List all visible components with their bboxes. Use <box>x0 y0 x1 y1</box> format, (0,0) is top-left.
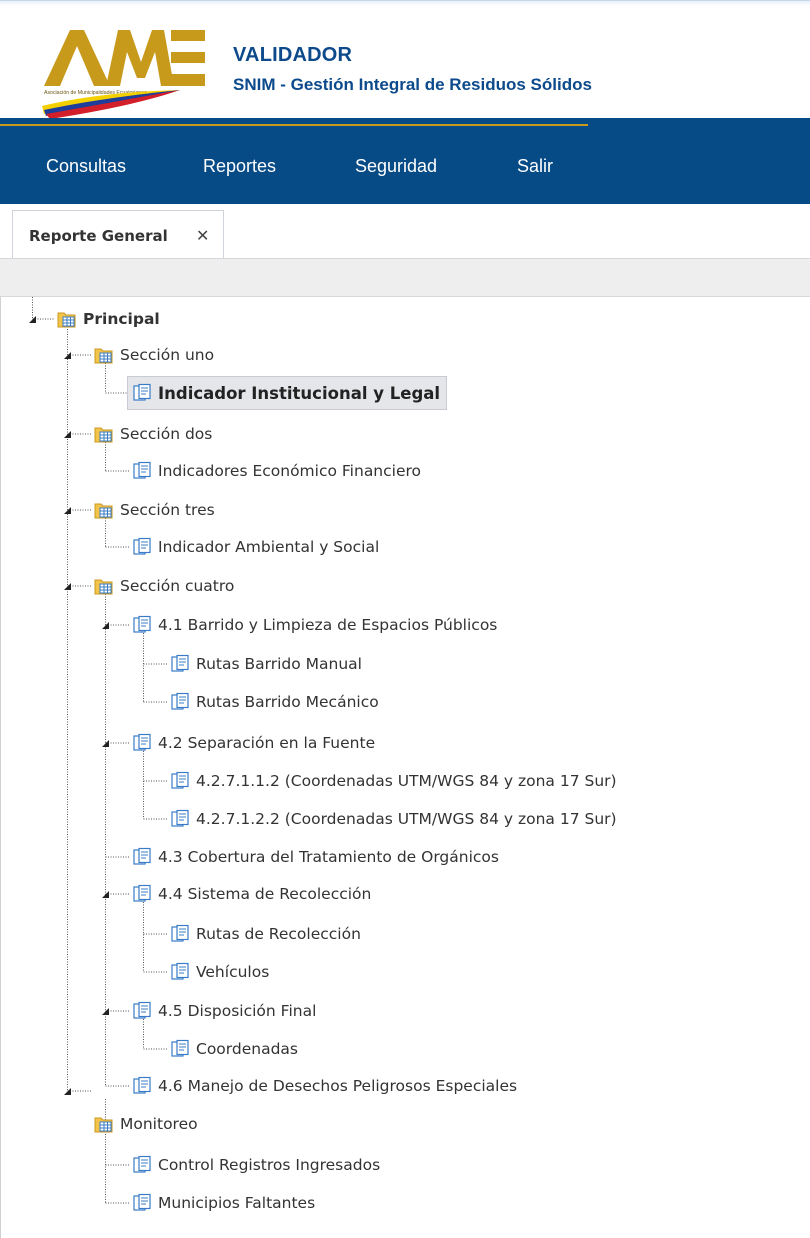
tree-node-indicador-ambiental[interactable]: Indicador Ambiental y Social <box>132 532 379 562</box>
tree-node-principal[interactable]: Principal <box>57 304 160 334</box>
tree-node-4-4-recoleccion[interactable]: 4.4 Sistema de Recolección <box>132 879 371 909</box>
tree-node-4-2-7-1-1-2[interactable]: 4.2.7.1.1.2 (Coordenadas UTM/WGS 84 y zo… <box>170 766 617 796</box>
tree-node-seccion-dos[interactable]: Sección dos <box>94 419 212 449</box>
tree-node-monitoreo[interactable]: Monitoreo <box>94 1109 198 1139</box>
folder-icon <box>94 345 114 365</box>
document-icon <box>132 884 152 904</box>
tree-node-label: Rutas Barrido Manual <box>196 655 362 673</box>
tree-node-label: 4.5 Disposición Final <box>158 1002 317 1020</box>
tree-node-label: Sección dos <box>120 425 213 443</box>
tree-node-label: Sección cuatro <box>120 577 235 595</box>
tree-node-label: Rutas de Recolección <box>196 925 361 943</box>
folder-icon <box>94 576 114 596</box>
tab-strip: Reporte General ✕ <box>0 204 810 259</box>
tree-node-4-3-cobertura[interactable]: 4.3 Cobertura del Tratamiento de Orgánic… <box>132 842 499 872</box>
tree-node-label: 4.4 Sistema de Recolección <box>158 885 372 903</box>
ame-logo: Asociación de Municipalidades Ecuatorian… <box>42 30 205 119</box>
tree-node-label: Vehículos <box>196 963 270 981</box>
tree-node-indicadores-economico[interactable]: Indicadores Económico Financiero <box>132 456 421 486</box>
tree-node-4-5-disposicion[interactable]: 4.5 Disposición Final <box>132 996 316 1026</box>
tree-node-label: Rutas Barrido Mecánico <box>196 693 379 711</box>
document-icon <box>132 733 152 753</box>
tree-node-seccion-uno[interactable]: Sección uno <box>94 340 214 370</box>
tree-node-vehiculos[interactable]: Vehículos <box>170 957 269 987</box>
tree-node-4-2-7-1-2-2[interactable]: 4.2.7.1.2.2 (Coordenadas UTM/WGS 84 y zo… <box>170 804 617 834</box>
tree-node-label: 4.3 Cobertura del Tratamiento de Orgánic… <box>158 848 499 866</box>
tab-reporte-general[interactable]: Reporte General ✕ <box>12 210 224 258</box>
tree-node-label: Indicador Institucional y Legal <box>158 383 441 403</box>
tree-node-label: Monitoreo <box>120 1115 198 1133</box>
document-icon <box>170 654 190 674</box>
tree-node-rutas-barrido-manual[interactable]: Rutas Barrido Manual <box>170 649 362 679</box>
toolbar <box>0 259 810 297</box>
tree-node-label: 4.1 Barrido y Limpieza de Espacios Públi… <box>158 616 498 634</box>
folder-icon <box>94 1114 114 1134</box>
tree-node-label: 4.2.7.1.2.2 (Coordenadas UTM/WGS 84 y zo… <box>196 810 617 828</box>
document-icon <box>132 847 152 867</box>
nav-salir[interactable]: Salir <box>517 156 553 177</box>
document-icon <box>132 383 152 403</box>
folder-icon <box>94 424 114 444</box>
document-icon <box>170 692 190 712</box>
document-icon <box>170 962 190 982</box>
tree-node-municipios-faltantes[interactable]: Municipios Faltantes <box>132 1188 315 1218</box>
nav-reportes[interactable]: Reportes <box>203 156 276 177</box>
close-icon[interactable]: ✕ <box>196 226 209 245</box>
nav-accent-line <box>0 124 588 126</box>
tab-label: Reporte General <box>29 227 168 245</box>
document-icon <box>132 1001 152 1021</box>
tree-node-indicador-institucional[interactable]: Indicador Institucional y Legal <box>127 376 448 410</box>
document-icon <box>132 615 152 635</box>
tree-node-label: Municipios Faltantes <box>158 1194 316 1212</box>
app-subtitle: SNIM - Gestión Integral de Residuos Sóli… <box>233 75 592 94</box>
tree-node-control-registros[interactable]: Control Registros Ingresados <box>132 1150 380 1180</box>
tree-node-seccion-tres[interactable]: Sección tres <box>94 495 215 525</box>
folder-icon <box>94 500 114 520</box>
report-tree-panel: Principal Sección uno Indicador Instituc… <box>0 297 810 1238</box>
document-icon <box>170 809 190 829</box>
document-icon <box>170 1039 190 1059</box>
folder-icon <box>57 309 77 329</box>
tree-node-label: Sección uno <box>120 346 215 364</box>
document-icon <box>132 1155 152 1175</box>
nav-seguridad[interactable]: Seguridad <box>355 156 437 177</box>
nav-consultas[interactable]: Consultas <box>46 156 126 177</box>
tree-node-coordenadas[interactable]: Coordenadas <box>170 1034 298 1064</box>
report-tree: Principal Sección uno Indicador Instituc… <box>1 297 810 1238</box>
tree-node-label: Indicador Ambiental y Social <box>158 538 380 556</box>
tree-node-label: Principal <box>83 310 160 328</box>
tree-node-label: Control Registros Ingresados <box>158 1156 381 1174</box>
document-icon <box>132 461 152 481</box>
document-icon <box>170 924 190 944</box>
tree-node-rutas-recoleccion[interactable]: Rutas de Recolección <box>170 919 361 949</box>
tree-node-4-6-desechos[interactable]: 4.6 Manejo de Desechos Peligrosos Especi… <box>132 1071 517 1101</box>
app-title: VALIDADOR <box>233 44 353 66</box>
tree-node-4-1-barrido[interactable]: 4.1 Barrido y Limpieza de Espacios Públi… <box>132 610 497 640</box>
tree-node-label: 4.6 Manejo de Desechos Peligrosos Especi… <box>158 1077 518 1095</box>
tree-node-label: Sección tres <box>120 501 215 519</box>
tree-node-4-2-separacion[interactable]: 4.2 Separación en la Fuente <box>132 728 375 758</box>
tree-node-label: Indicadores Económico Financiero <box>158 462 422 480</box>
main-nav: Consultas Reportes Seguridad Salir <box>0 118 810 204</box>
tree-node-rutas-barrido-mecanico[interactable]: Rutas Barrido Mecánico <box>170 687 379 717</box>
app-header: Asociación de Municipalidades Ecuatorian… <box>0 6 810 119</box>
tree-node-seccion-cuatro[interactable]: Sección cuatro <box>94 571 234 601</box>
tree-node-label: 4.2 Separación en la Fuente <box>158 734 376 752</box>
tree-node-label: 4.2.7.1.1.2 (Coordenadas UTM/WGS 84 y zo… <box>196 772 617 790</box>
document-icon <box>170 771 190 791</box>
document-icon <box>132 537 152 557</box>
tree-node-label: Coordenadas <box>196 1040 298 1058</box>
document-icon <box>132 1076 152 1096</box>
document-icon <box>132 1193 152 1213</box>
